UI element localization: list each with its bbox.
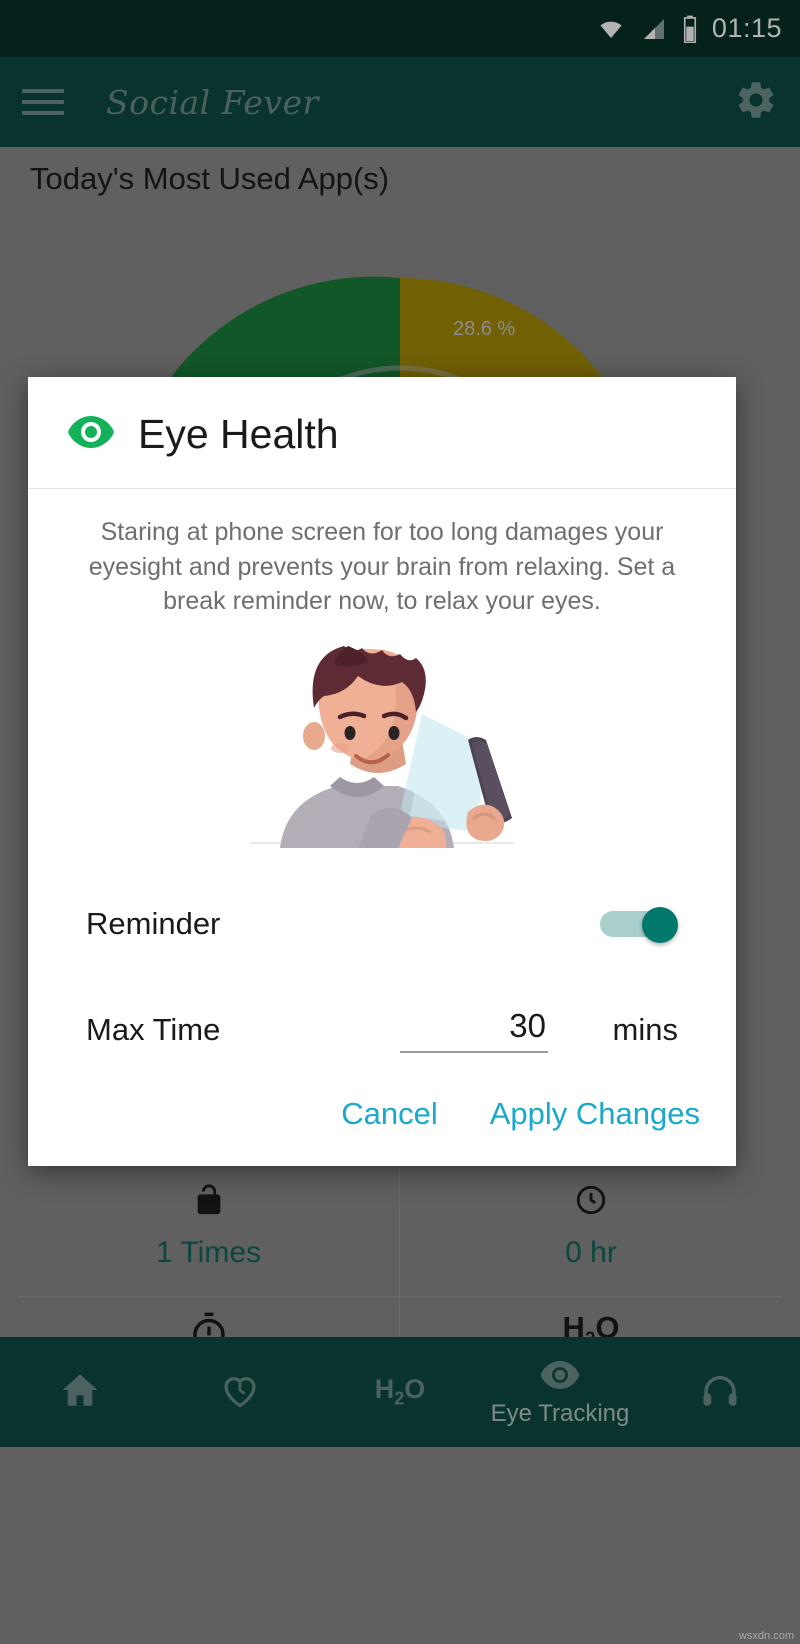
reminder-row: Reminder [50, 868, 714, 980]
max-time-unit: mins [612, 1011, 678, 1047]
eye-health-dialog: Eye Health Staring at phone screen for t… [28, 377, 736, 1166]
dialog-header: Eye Health [28, 377, 736, 489]
reminder-label: Reminder [86, 905, 221, 941]
dialog-body: Staring at phone screen for too long dam… [28, 489, 736, 1080]
toggle-thumb [642, 906, 678, 943]
max-time-input[interactable] [400, 1006, 548, 1053]
reminder-toggle[interactable] [600, 906, 678, 943]
cancel-button[interactable]: Cancel [341, 1096, 438, 1132]
boy-looking-at-tablet-illustration [50, 633, 714, 848]
dialog-description: Staring at phone screen for too long dam… [88, 518, 676, 615]
dialog-actions: Cancel Apply Changes [28, 1080, 736, 1166]
eye-icon [66, 412, 116, 457]
dialog-title: Eye Health [138, 411, 339, 457]
max-time-label: Max Time [86, 1011, 221, 1047]
apply-changes-button[interactable]: Apply Changes [490, 1096, 700, 1132]
watermark: wsxdn.com [738, 1630, 794, 1642]
max-time-row: Max Time mins [50, 980, 714, 1080]
